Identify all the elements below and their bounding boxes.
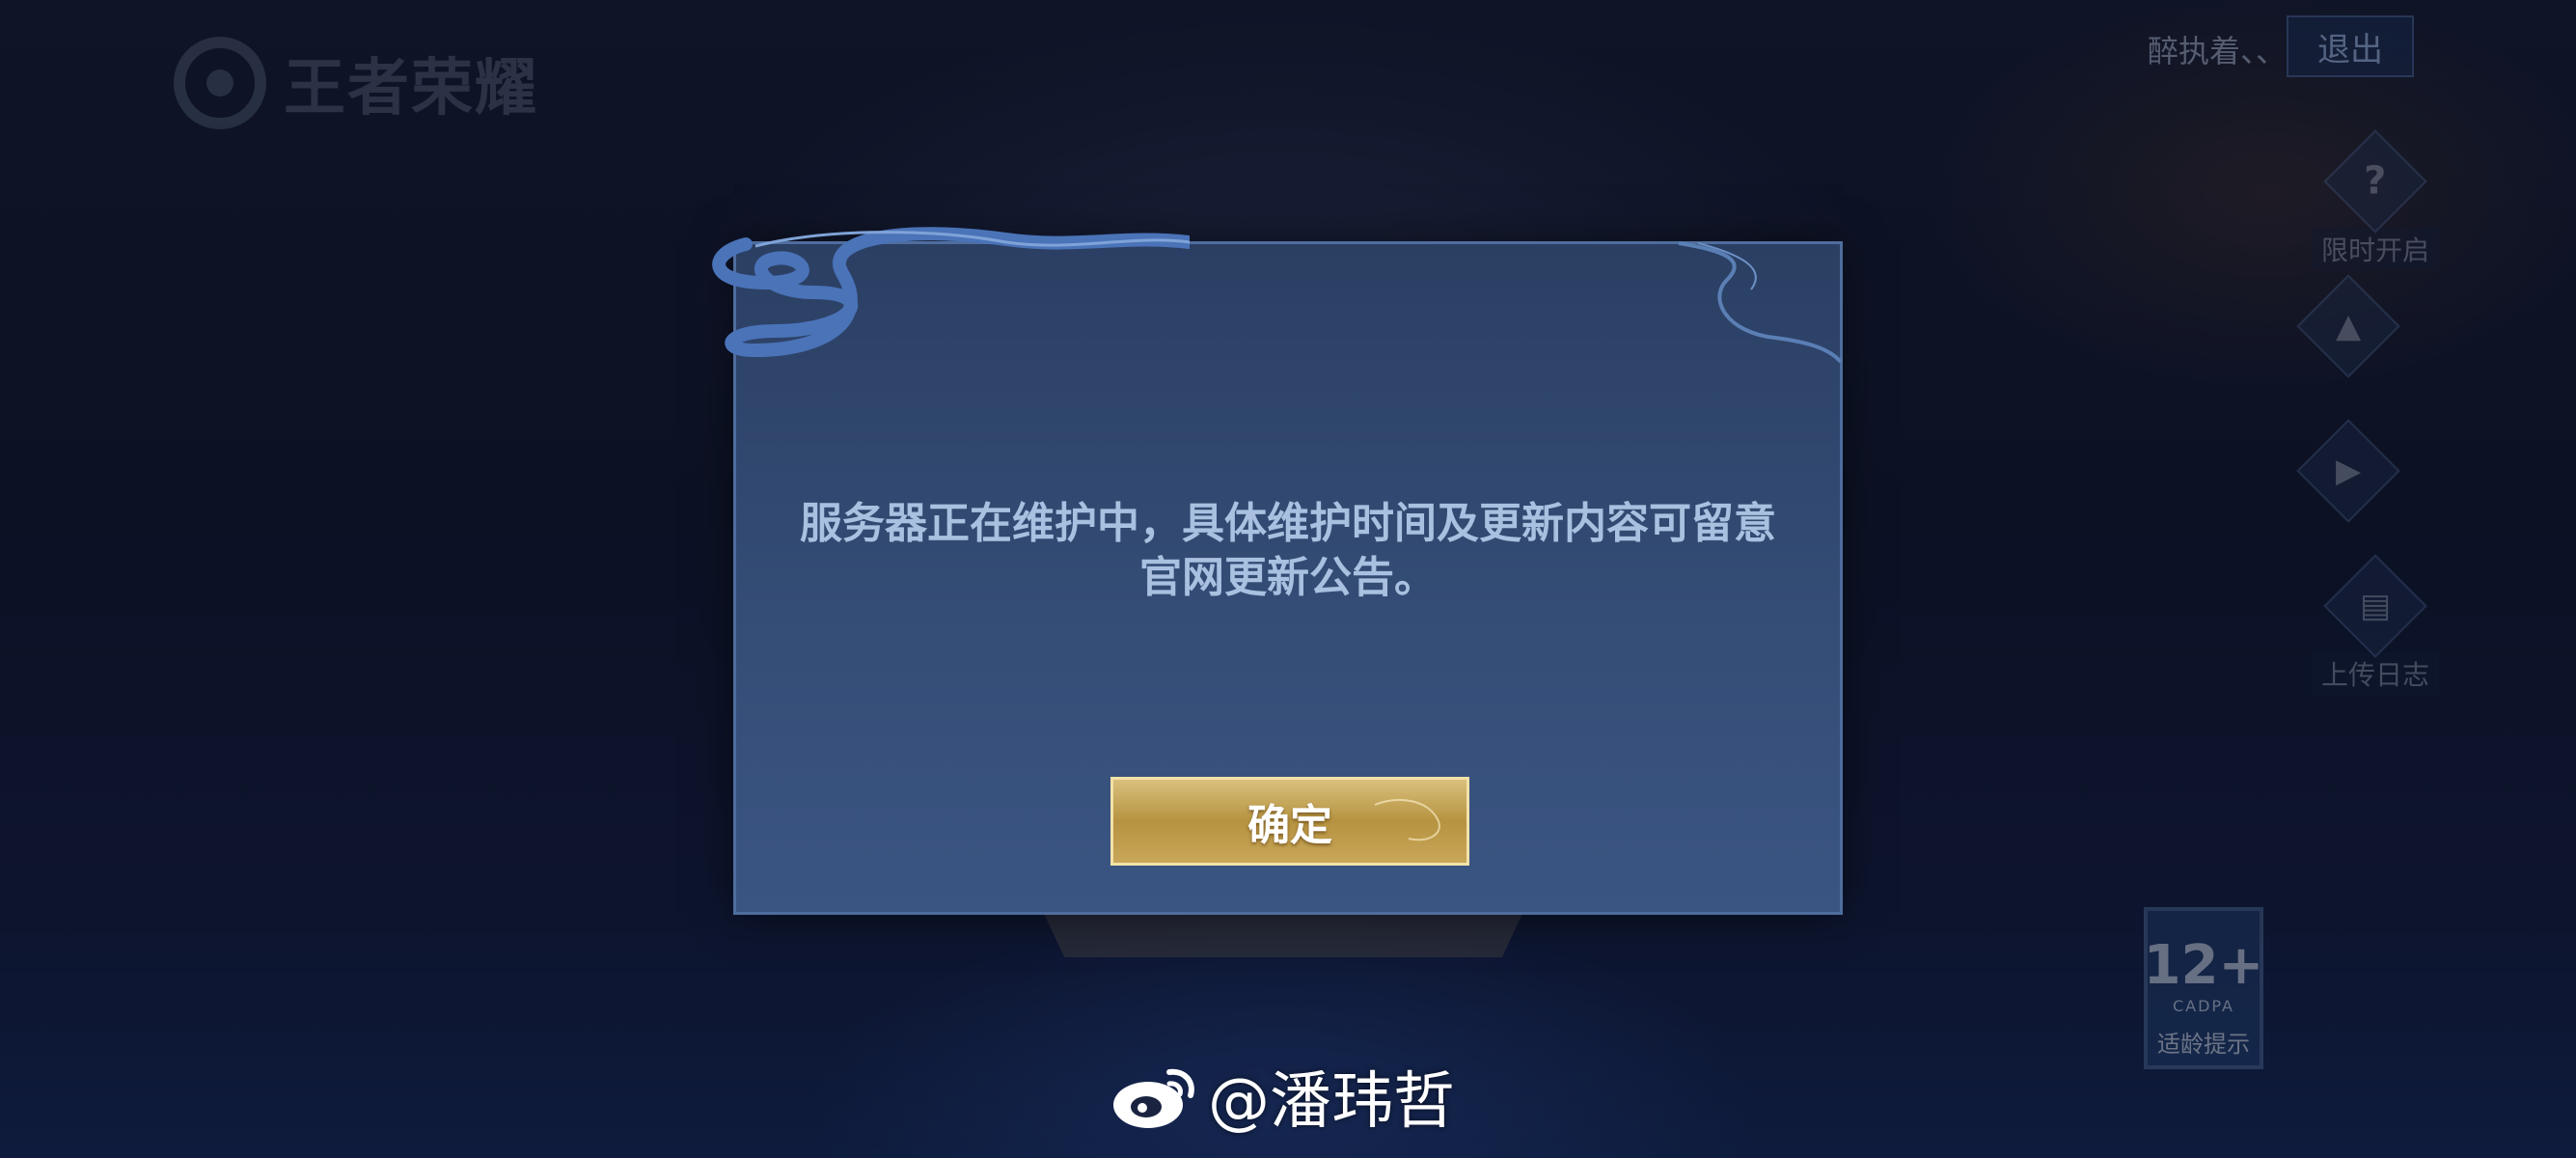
- watermark-text: @潘玮哲: [1208, 1066, 1455, 1138]
- weibo-icon: [1113, 1068, 1194, 1128]
- game-login-screen: 王者荣耀 醉执着、、 退出 ? 限时开启 ▲ ▶ ▤ 上传日志 12+ CADP…: [0, 0, 2576, 1158]
- message-line-1: 服务器正在维护中，具体维护时间及更新内容可留意: [800, 499, 1776, 548]
- maintenance-dialog: 服务器正在维护中，具体维护时间及更新内容可留意 官网更新公告。 确定: [712, 227, 1843, 915]
- message-line-2: 官网更新公告。: [1139, 553, 1437, 602]
- weibo-watermark: @潘玮哲: [1110, 1052, 1455, 1141]
- confirm-label: 确定: [1247, 801, 1332, 850]
- maintenance-message: 服务器正在维护中，具体维护时间及更新内容可留意 官网更新公告。: [775, 497, 1801, 605]
- confirm-button[interactable]: 确定: [1110, 777, 1469, 866]
- cloud-swirl-decoration-right: [1678, 241, 1843, 364]
- button-swirl-decoration: [1374, 799, 1440, 841]
- cloud-swirl-decoration: [712, 227, 1190, 358]
